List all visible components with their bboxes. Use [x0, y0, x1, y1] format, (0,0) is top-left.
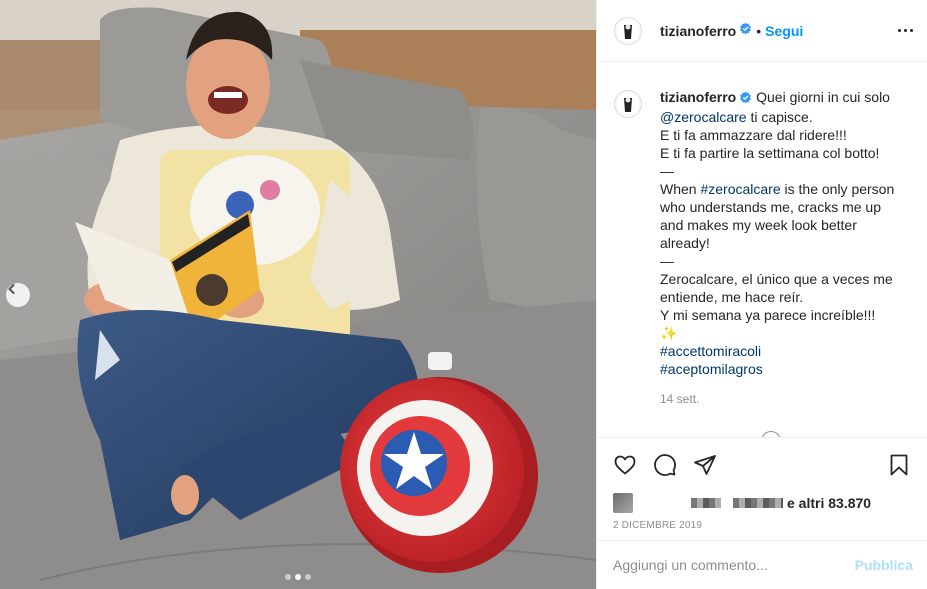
likes-count[interactable]: e altri 83.870 [787, 495, 871, 511]
caption-line: Y mi semana ya parece increíble!!! [660, 307, 876, 323]
caption-line: — [660, 253, 674, 269]
profile-picture-icon [618, 20, 638, 41]
verified-badge-icon [739, 90, 752, 108]
caption-line: already! [660, 235, 710, 251]
post-image [0, 0, 596, 589]
caption-line: E ti fa partire la settimana col botto! [660, 145, 880, 161]
more-options-icon[interactable] [898, 25, 913, 36]
post-header: tizianoferro • Segui [597, 0, 927, 62]
post-time-ago[interactable]: 14 sett. [660, 390, 906, 408]
comments-section: tizianoferro Quei giorni in cui solo @ze… [597, 62, 927, 437]
previous-image-button[interactable] [6, 283, 30, 307]
paper-plane-icon[interactable] [693, 453, 717, 477]
hashtag-link[interactable]: #zerocalcare [700, 181, 780, 197]
caption-line: and makes my week look better [660, 217, 857, 233]
carousel-indicator [0, 574, 596, 580]
heart-icon[interactable] [613, 453, 637, 477]
bookmark-icon[interactable] [887, 453, 911, 477]
comment-input[interactable] [613, 557, 855, 573]
caption: tizianoferro Quei giorni in cui solo @ze… [614, 88, 913, 408]
avatar[interactable] [614, 16, 642, 45]
follow-button[interactable]: Segui [765, 23, 803, 39]
caption-line: entiende, me hace reír. [660, 289, 804, 305]
post-actions: e altri 83.870 2 DICEMBRE 2019 [597, 437, 927, 531]
carousel-dot-active [295, 574, 301, 580]
blurred-username [691, 498, 721, 508]
publish-button[interactable]: Pubblica [855, 557, 913, 573]
caption-username[interactable]: tizianoferro [660, 89, 736, 105]
caption-line: ti capisce. [750, 109, 813, 125]
mention-link[interactable]: @zerocalcare [660, 109, 747, 125]
caption-line: Zerocalcare, el único que a veces me [660, 271, 893, 287]
caption-line: E ti fa ammazzare dal ridere!!! [660, 127, 847, 143]
profile-picture-icon [618, 94, 638, 114]
avatar[interactable] [614, 90, 642, 118]
post-photo[interactable] [0, 0, 596, 589]
verified-badge-icon [739, 22, 752, 40]
likes-summary[interactable]: e altri 83.870 [613, 492, 911, 514]
post-date: 2 DICEMBRE 2019 [613, 520, 703, 531]
caption-text: tizianoferro Quei giorni in cui solo @ze… [660, 88, 906, 408]
carousel-dot [305, 574, 311, 580]
sparkle-emoji: ✨ [660, 325, 678, 341]
hashtag-link[interactable]: #aceptomilagros [660, 360, 906, 378]
caption-line: When [660, 181, 697, 197]
liker-avatar[interactable] [613, 493, 633, 513]
add-comment-bar: Pubblica [597, 540, 927, 589]
separator-dot: • [756, 22, 762, 39]
caption-line: is the only person [784, 181, 895, 197]
post-author-username[interactable]: tizianoferro [660, 23, 736, 39]
comment-bubble-icon[interactable] [653, 453, 677, 477]
post-sidebar: tizianoferro • Segui tizianoferro Quei g… [596, 0, 927, 589]
caption-line: Quei giorni in cui solo [756, 89, 890, 105]
carousel-dot [285, 574, 291, 580]
caption-line: — [660, 163, 674, 179]
blurred-username [733, 498, 783, 508]
hashtag-link[interactable]: #accettomiracoli [660, 342, 906, 360]
caption-line: who understands me, cracks me up [660, 199, 881, 215]
